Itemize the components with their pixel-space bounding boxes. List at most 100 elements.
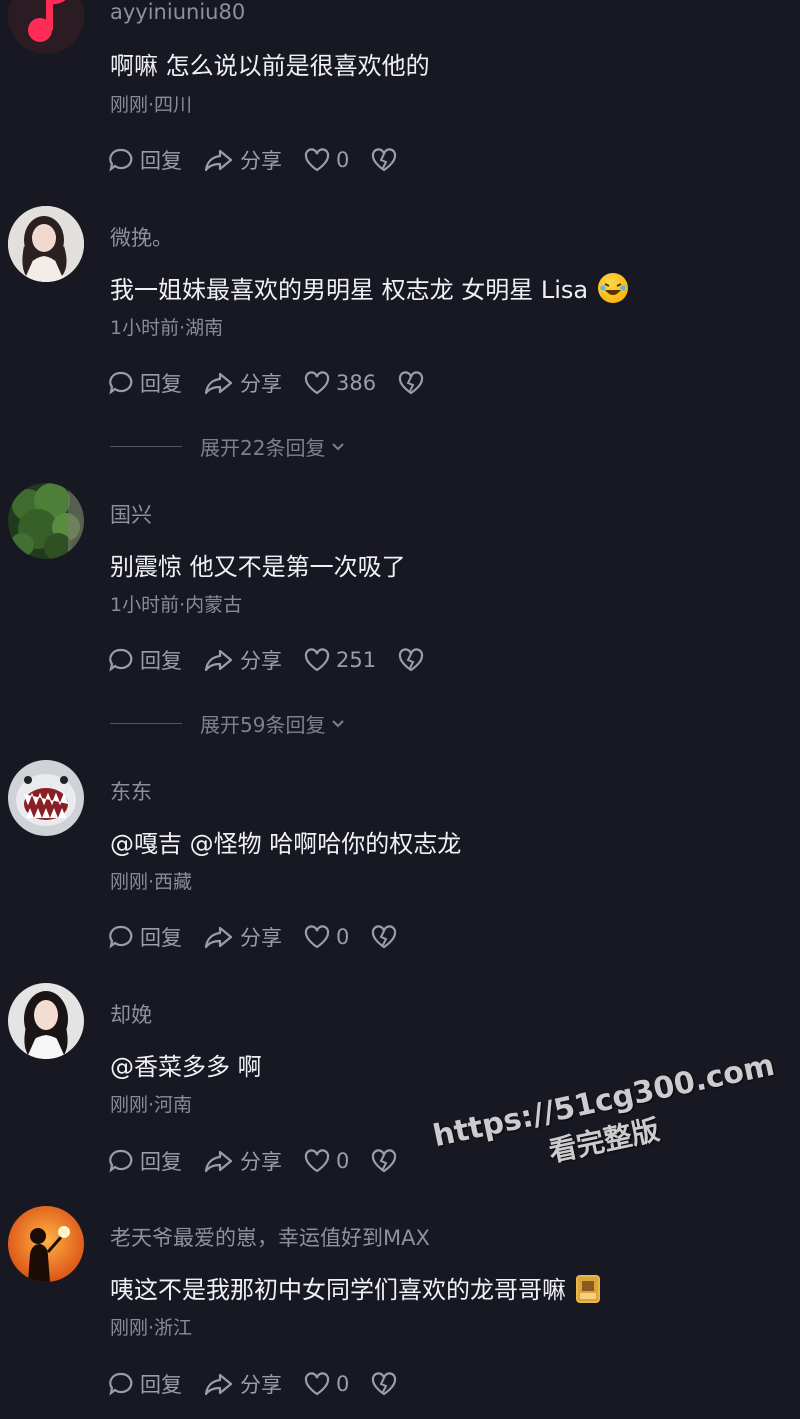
dislike-button[interactable] [371, 1372, 397, 1396]
reply-button[interactable]: 回复 [108, 368, 182, 398]
share-icon [204, 1150, 233, 1173]
comment-icon [109, 648, 133, 672]
avatar[interactable] [8, 206, 84, 282]
dislike-button[interactable] [371, 1149, 397, 1173]
share-button[interactable]: 分享 [204, 1146, 282, 1176]
dislike-button[interactable] [371, 148, 397, 172]
heart-icon [304, 148, 330, 172]
share-button[interactable]: 分享 [204, 645, 282, 675]
like-button[interactable]: 0 [304, 1372, 349, 1396]
avatar[interactable] [8, 1206, 84, 1282]
comment-actions: 回复 分享 251 [108, 645, 446, 675]
like-count: 0 [336, 1372, 350, 1396]
like-count: 0 [336, 1149, 350, 1173]
comment-username[interactable]: 东东 [110, 776, 152, 806]
like-count: 0 [336, 148, 350, 172]
comment-text: 啊嘛 怎么说以前是很喜欢他的 [110, 52, 430, 80]
broken-heart-icon [372, 1372, 397, 1396]
share-label: 分享 [240, 649, 282, 673]
divider-line [110, 723, 182, 724]
expand-replies-button[interactable]: 展开59条回复 [110, 709, 345, 738]
heart-icon [304, 925, 330, 949]
divider-line [110, 446, 182, 447]
share-icon [204, 372, 233, 395]
broken-heart-icon [398, 648, 424, 672]
share-label: 分享 [240, 1373, 282, 1397]
broken-heart-icon [372, 925, 397, 949]
comment-username[interactable]: 国兴 [110, 499, 152, 529]
like-button[interactable]: 386 [304, 371, 376, 395]
share-icon [204, 1373, 233, 1396]
share-button[interactable]: 分享 [204, 922, 282, 952]
avatar[interactable] [8, 760, 84, 836]
expand-replies-label: 展开59条回复 [200, 713, 326, 737]
heart-icon [304, 1149, 330, 1173]
like-count: 251 [336, 648, 377, 672]
comment-username[interactable]: 老天爷最爱的崽，幸运值好到MAX [110, 1222, 430, 1252]
comment-text: @香菜多多 啊 [110, 1053, 262, 1081]
avatar[interactable] [8, 983, 84, 1059]
heart-icon [304, 648, 330, 672]
share-label: 分享 [240, 149, 282, 173]
comment-meta: 刚刚·河南 [110, 1094, 193, 1116]
share-label: 分享 [240, 1150, 282, 1174]
comment-icon [109, 371, 133, 395]
reply-label: 回复 [140, 149, 182, 173]
comment-text: 咦这不是我那初中女同学们喜欢的龙哥哥嘛 [110, 1270, 600, 1305]
like-button[interactable]: 251 [304, 648, 376, 672]
comment-actions: 回复 分享 386 [108, 368, 446, 398]
music-note-icon [8, 0, 84, 54]
share-button[interactable]: 分享 [204, 145, 282, 175]
avatar-image [8, 206, 84, 282]
share-button[interactable]: 分享 [204, 1369, 282, 1399]
like-count: 386 [336, 371, 377, 395]
dislike-button[interactable] [371, 925, 397, 949]
avatar[interactable] [8, 0, 84, 54]
comment-meta: 刚刚·四川 [110, 94, 193, 116]
broken-heart-icon [372, 148, 397, 172]
comment-username[interactable]: 却娩 [110, 999, 152, 1029]
avatar-image [8, 483, 84, 559]
share-label: 分享 [240, 926, 282, 950]
chevron-down-icon [332, 719, 345, 727]
share-button[interactable]: 分享 [204, 368, 282, 398]
comment-icon [109, 148, 133, 172]
comment-text: 我一姐妹最喜欢的男明星 权志龙 女明星 Lisa [110, 270, 629, 305]
reply-label: 回复 [140, 926, 182, 950]
heart-icon [304, 1372, 330, 1396]
comment-username[interactable]: ayyiniuniu80 [110, 0, 245, 24]
like-button[interactable]: 0 [304, 1149, 349, 1173]
share-icon [204, 926, 233, 949]
comment-actions: 回复 分享 0 [108, 1146, 419, 1176]
comment-meta: 1小时前·内蒙古 [110, 594, 243, 616]
comment-icon [109, 925, 133, 949]
comment-username[interactable]: 微挽。 [110, 222, 173, 252]
comment-actions: 回复 分享 0 [108, 922, 419, 952]
reply-button[interactable]: 回复 [108, 645, 182, 675]
reply-button[interactable]: 回复 [108, 922, 182, 952]
heart-icon [304, 371, 330, 395]
like-button[interactable]: 0 [304, 148, 349, 172]
comment-text: 别震惊 他又不是第一次吸了 [110, 553, 406, 581]
watermark: https://51cg300.com 看完整版 [430, 1048, 786, 1194]
broken-heart-icon [398, 371, 424, 395]
comment-actions: 回复 分享 0 [108, 145, 419, 175]
share-icon [204, 649, 233, 672]
like-button[interactable]: 0 [304, 925, 349, 949]
avatar[interactable] [8, 483, 84, 559]
reply-button[interactable]: 回复 [108, 1369, 182, 1399]
reply-label: 回复 [140, 649, 182, 673]
comment-meta: 刚刚·浙江 [110, 1317, 193, 1339]
dislike-button[interactable] [398, 648, 424, 672]
reply-label: 回复 [140, 1373, 182, 1397]
dislike-button[interactable] [398, 371, 424, 395]
avatar-image [8, 983, 84, 1059]
reply-button[interactable]: 回复 [108, 1146, 182, 1176]
expand-replies-button[interactable]: 展开22条回复 [110, 432, 345, 461]
reply-button[interactable]: 回复 [108, 145, 182, 175]
sticker-icon [576, 1275, 600, 1303]
comment-meta: 刚刚·西藏 [110, 871, 193, 893]
laughing-emoji-icon [598, 273, 629, 303]
expand-replies-label: 展开22条回复 [200, 436, 326, 460]
reply-label: 回复 [140, 1150, 182, 1174]
